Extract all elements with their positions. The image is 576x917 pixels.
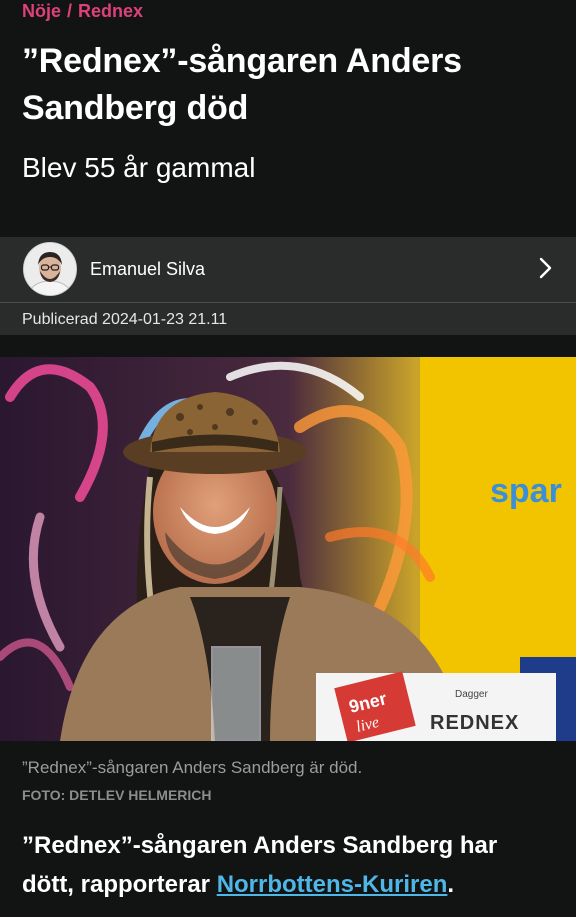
source-link[interactable]: Norrbottens-Kuriren: [217, 871, 448, 898]
article-subtitle: Blev 55 år gammal: [22, 152, 256, 183]
lead-end: .: [447, 871, 455, 898]
image-caption: ”Rednex”-sångaren Anders Sandberg är död…: [22, 758, 363, 777]
author-bar: Emanuel Silva Publicerad 2024-01-23 21.1…: [0, 237, 576, 335]
breadcrumb: Nöje / Rednex: [22, 0, 143, 22]
author-name[interactable]: Emanuel Silva: [90, 259, 205, 280]
breadcrumb-section-link[interactable]: Nöje: [22, 1, 61, 22]
published-date: Publicerad 2024-01-23 21.11: [22, 311, 228, 328]
photo-placard-sub: Dagger: [455, 689, 488, 700]
breadcrumb-separator: /: [67, 0, 73, 21]
article-photo: spar 9ner live Dagger REDNEX: [0, 357, 576, 741]
author-avatar: [23, 242, 77, 296]
breadcrumb-topic-link[interactable]: Rednex: [78, 1, 143, 22]
chevron-right-icon[interactable]: [536, 255, 556, 281]
photo-sponsor-text: spar: [490, 472, 562, 510]
article-lead: ”Rednex”-sångaren Anders Sandberg har dö…: [22, 826, 552, 904]
photo-placard-title: REDNEX: [430, 712, 519, 734]
article-headline: ”Rednex”-sångaren Anders Sandberg död: [22, 42, 462, 127]
image-credit: FOTO: DETLEV HELMERICH: [22, 787, 212, 803]
author-row[interactable]: Emanuel Silva: [0, 237, 576, 303]
